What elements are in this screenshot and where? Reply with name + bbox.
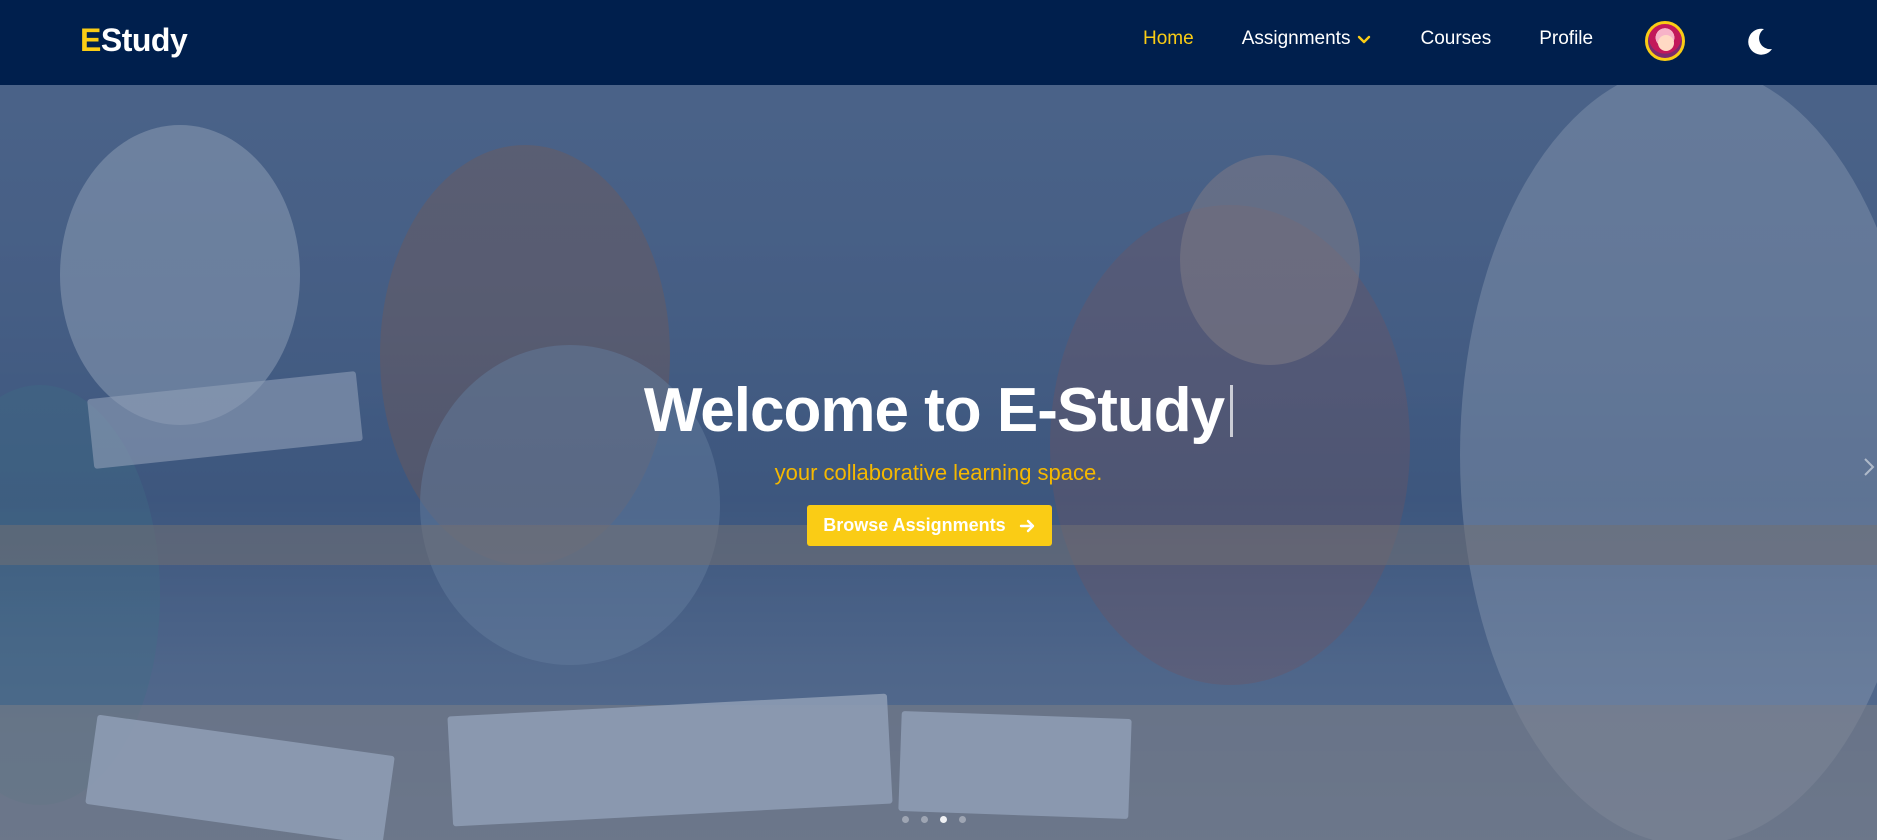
arrow-right-icon	[1019, 519, 1034, 532]
nav-assignments-label: Assignments	[1241, 28, 1351, 49]
carousel-next-arrow-icon[interactable]	[1862, 455, 1876, 479]
carousel-dot[interactable]	[902, 816, 909, 823]
browse-assignments-label: Browse Assignments	[823, 515, 1006, 535]
hero-section: Welcome to E-Study your collaborative le…	[0, 85, 1877, 840]
carousel-dot-active[interactable]	[940, 816, 947, 823]
hero-title-text: Welcome to E-Study	[643, 376, 1225, 445]
nav-profile-link[interactable]: Profile	[1539, 28, 1593, 50]
chevron-down-icon	[1358, 35, 1371, 44]
nav-courses-link[interactable]: Courses	[1420, 28, 1491, 50]
logo-word: Study	[100, 22, 188, 58]
user-avatar[interactable]	[1645, 21, 1685, 61]
carousel-dot[interactable]	[959, 816, 966, 823]
hero-title: Welcome to E-Study	[0, 375, 1877, 446]
carousel-indicators	[902, 816, 966, 823]
hero-subtitle: your collaborative learning space.	[774, 460, 1103, 485]
nav-home-link[interactable]: Home	[1143, 28, 1194, 50]
browse-assignments-button[interactable]: Browse Assignments	[807, 505, 1052, 546]
brand-logo[interactable]: EStudy	[80, 22, 188, 59]
moon-icon[interactable]	[1742, 25, 1776, 59]
logo-letter-e: E	[80, 22, 101, 58]
avatar-face	[1658, 35, 1674, 51]
top-navbar: EStudy Home Assignments Courses Profile	[0, 0, 1877, 85]
carousel-dot[interactable]	[921, 816, 928, 823]
typing-caret	[1230, 385, 1234, 437]
nav-assignments-link[interactable]: Assignments	[1242, 28, 1373, 50]
main-nav: Home Assignments Courses Profile	[1143, 28, 1641, 50]
